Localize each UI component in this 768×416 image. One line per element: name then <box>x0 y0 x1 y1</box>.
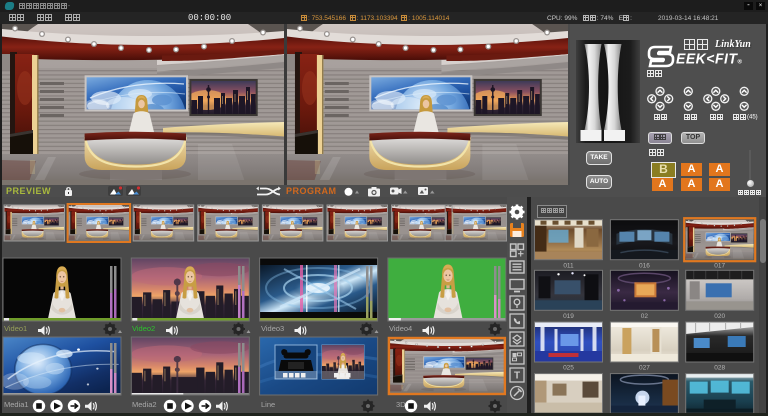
svg-text:011: 011 <box>563 263 574 270</box>
svg-text:025: 025 <box>563 365 574 372</box>
svg-text:016: 016 <box>639 263 650 270</box>
svg-text:02: 02 <box>641 313 649 320</box>
svg-text:028: 028 <box>714 365 725 372</box>
svg-text:017: 017 <box>714 263 725 270</box>
svg-text:027: 027 <box>639 365 650 372</box>
svg-text:T: T <box>514 371 520 382</box>
svg-text:020: 020 <box>714 313 725 320</box>
svg-text:019: 019 <box>563 313 574 320</box>
